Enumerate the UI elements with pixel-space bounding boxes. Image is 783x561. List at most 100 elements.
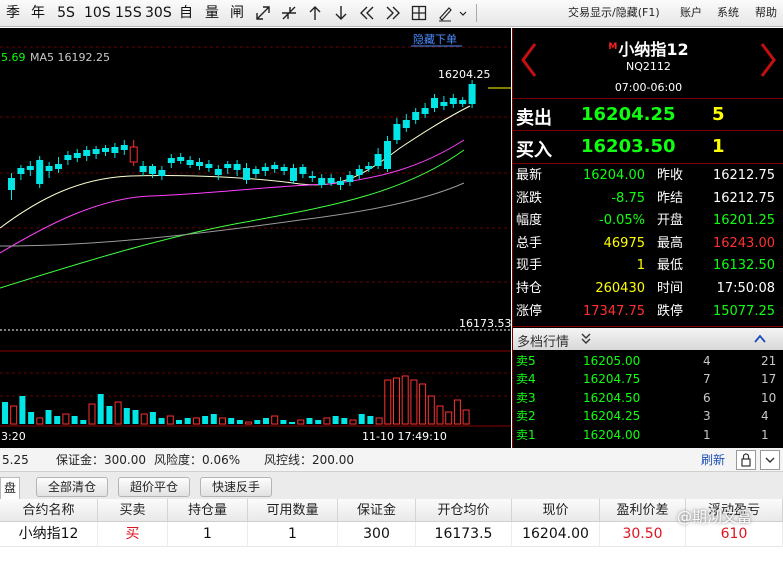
column-header[interactable]: 可用数量: [248, 499, 338, 522]
table-cell[interactable]: 16204.00: [512, 522, 600, 547]
candle-body: [177, 157, 185, 161]
candle-body: [459, 100, 467, 104]
market-marker: M: [608, 41, 618, 52]
candle-body: [55, 164, 62, 169]
volume-bar: [306, 418, 313, 424]
tab-positions[interactable]: 盘: [0, 477, 20, 499]
candle-body: [224, 164, 232, 168]
depth-row[interactable]: 卖1 16204.00 1 1: [513, 426, 783, 444]
quick-reverse-button[interactable]: 快速反手: [200, 477, 272, 497]
volume-button[interactable]: 量: [203, 3, 221, 23]
volume-bar: [36, 417, 44, 425]
candle-body: [120, 145, 128, 150]
column-header[interactable]: 现价: [512, 499, 600, 522]
volume-bar: [445, 411, 453, 425]
kline-chart[interactable]: 5.69 MA5 16192.25 隐藏下单 16204.25 16173.53…: [0, 28, 511, 448]
candle-body: [45, 166, 53, 171]
volume-bar: [323, 417, 331, 425]
double-chevron-down-icon[interactable]: [580, 332, 592, 346]
table-cell[interactable]: 16173.5: [416, 522, 512, 547]
depth-level: 卖4: [516, 372, 536, 387]
chevron-up-icon[interactable]: [753, 333, 767, 345]
double-left-icon[interactable]: [358, 3, 376, 23]
candle-body: [149, 166, 156, 174]
volume-bar: [202, 416, 209, 424]
column-header[interactable]: 开仓均价: [416, 499, 512, 522]
arrow-down-icon[interactable]: [332, 3, 350, 23]
help-menu[interactable]: 帮助: [755, 6, 777, 20]
period-year-button[interactable]: 年: [29, 3, 47, 23]
stat-value: -8.75: [611, 190, 645, 206]
double-right-icon[interactable]: [384, 3, 402, 23]
refresh-link[interactable]: 刷新: [701, 453, 725, 467]
column-header[interactable]: 买卖: [98, 499, 168, 522]
collapse-button[interactable]: [760, 450, 780, 470]
system-menu[interactable]: 系统: [717, 6, 739, 20]
column-header[interactable]: 合约名称: [0, 499, 98, 522]
volume-bar: [114, 401, 122, 425]
stat-value: 16243.00: [712, 235, 775, 251]
stat-value: 15077.25: [712, 303, 775, 319]
depth-row[interactable]: 卖4 16204.75 7 17: [513, 370, 783, 388]
expand-icon[interactable]: [254, 3, 272, 23]
volume-bar: [106, 406, 113, 424]
volume-bar: [88, 403, 96, 425]
depth-price: 16205.00: [583, 354, 641, 368]
table-cell[interactable]: 300: [338, 522, 416, 547]
chevron-down-icon[interactable]: [458, 3, 468, 23]
table-cell[interactable]: 30.50: [600, 522, 686, 547]
table-cell[interactable]: 1: [248, 522, 338, 547]
column-header[interactable]: 持仓量: [168, 499, 248, 522]
period-15s-button[interactable]: 15S: [115, 3, 142, 23]
table-cell[interactable]: 买: [98, 522, 168, 547]
hide-order-link[interactable]: 隐藏下单: [413, 33, 457, 46]
volume-bar: [332, 416, 339, 424]
table-cell[interactable]: 1: [168, 522, 248, 547]
depth-row[interactable]: 卖3 16204.50 6 10: [513, 389, 783, 407]
grid-layout-icon[interactable]: [410, 3, 428, 23]
depth-qty: 7: [703, 372, 711, 387]
table-cell[interactable]: 小纳指12: [0, 522, 98, 547]
account-menu[interactable]: 账户: [680, 6, 702, 20]
pen-draw-icon[interactable]: [436, 3, 454, 23]
volume-bar: [393, 377, 400, 425]
volume-bar: [341, 418, 348, 424]
close-all-button[interactable]: 全部清仓: [36, 477, 108, 497]
depth-level: 卖1: [516, 427, 536, 442]
volume-bar: [80, 420, 87, 424]
volume-bar: [263, 418, 269, 424]
toolbar: 季 年 5S 10S 15S 30S 自 量 闸 交易显示/隐藏(F1) 账户 …: [0, 0, 783, 27]
depth-header[interactable]: 多档行情: [513, 328, 783, 350]
candle-body: [129, 146, 138, 163]
volume-bar: [45, 410, 52, 424]
indicator-button[interactable]: 闸: [228, 3, 246, 23]
period-30s-button[interactable]: 30S: [145, 3, 172, 23]
last-price-label: 16204.25: [438, 68, 491, 81]
lock-button[interactable]: [736, 450, 756, 470]
toggle-trade-panel-menu[interactable]: 交易显示/隐藏(F1): [568, 6, 660, 20]
arrow-up-icon[interactable]: [306, 3, 324, 23]
sell-price[interactable]: 16204.25: [581, 104, 676, 125]
period-10s-button[interactable]: 10S: [84, 3, 111, 23]
depth-qty: 3: [703, 409, 711, 424]
column-header[interactable]: 盈利价差: [600, 499, 686, 522]
account-info-bar: 5.25 保证金：300.00 风险度：0.06% 风控线：200.00 刷新: [0, 448, 783, 472]
shrink-icon[interactable]: [280, 3, 298, 23]
column-header[interactable]: 保证金: [338, 499, 416, 522]
candle-body: [365, 166, 373, 169]
buy-price[interactable]: 16203.50: [581, 136, 676, 157]
depth-price: 16204.25: [583, 409, 641, 424]
candle-body: [196, 162, 203, 166]
stat-label: 开盘: [657, 213, 684, 229]
period-5s-button[interactable]: 5S: [55, 3, 77, 23]
depth-row[interactable]: 卖2 16204.25 3 4: [513, 407, 783, 425]
period-season-button[interactable]: 季: [4, 3, 22, 23]
candle-body: [252, 169, 260, 174]
candle-body: [468, 84, 476, 104]
candle-body: [214, 169, 222, 175]
volume-bar: [289, 422, 296, 424]
custom-period-button[interactable]: 自: [177, 3, 195, 23]
super-price-close-button[interactable]: 超价平仓: [118, 477, 190, 497]
volume-bar: [384, 379, 392, 425]
depth-row[interactable]: 卖5 16205.00 4 21: [513, 352, 783, 370]
